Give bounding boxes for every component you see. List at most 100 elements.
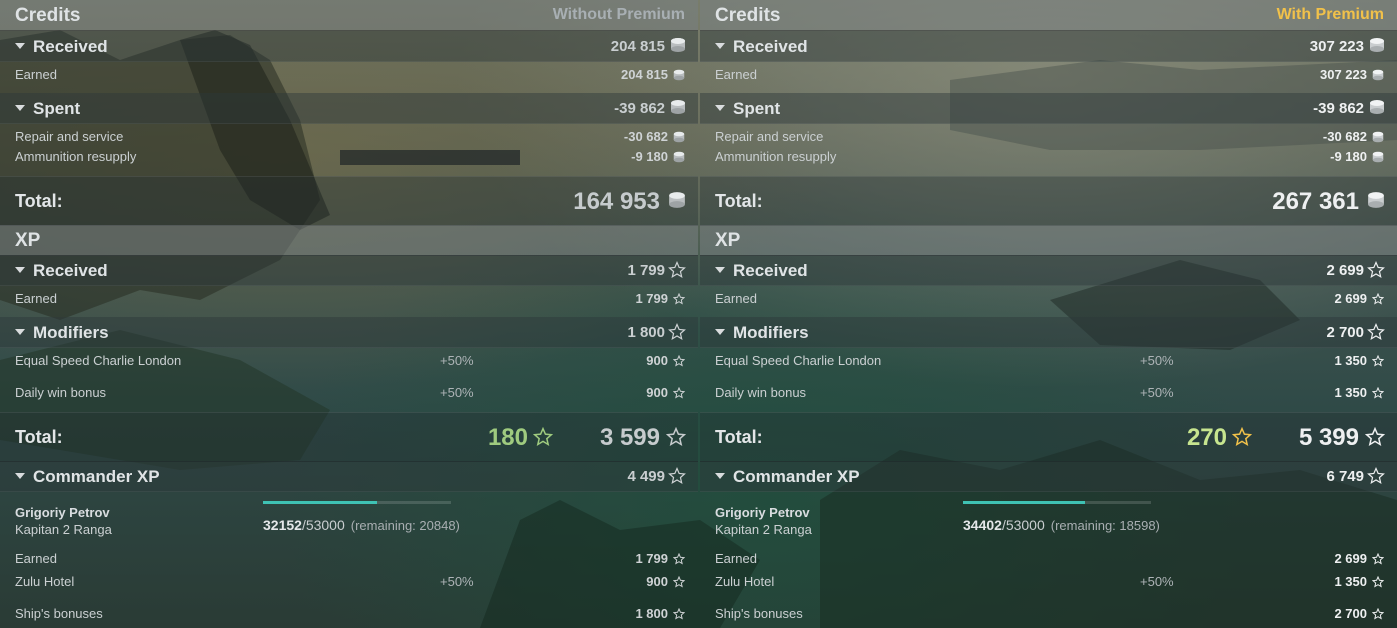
section-label: Spent [33,99,81,118]
commander-name: Grigoriy Petrov [715,505,810,520]
row-label: Zulu Hotel [715,574,775,589]
section-label: Modifiers [33,323,109,342]
xp-header: XP [0,225,698,256]
modifier-row: Daily win bonus +50% 1 350 [700,383,1397,403]
xp-star-icon [672,292,686,310]
section-value: 307 223 [1309,38,1364,55]
row-label: Ship's bonuses [15,606,103,621]
row-value: 1 800 [635,606,668,621]
xp-star-icon [668,467,686,490]
section-label: Received [33,261,108,280]
commander-rank: Kapitan 2 Ranga [15,522,112,537]
collapse-arrow-icon[interactable] [15,329,25,335]
xp-max: /53000 [1001,517,1045,533]
credits-earned-row: Earned 307 223 [700,65,1397,85]
collapse-arrow-icon[interactable] [715,267,725,273]
xp-title: XP [15,230,41,251]
row-label: Zulu Hotel [15,574,75,589]
credits-coin-icon [673,130,685,148]
collapse-arrow-icon[interactable] [15,43,25,49]
progress-fill [963,501,1086,504]
modifier-row: Equal Speed Charlie London +50% 900 [0,351,698,371]
collapse-arrow-icon[interactable] [715,473,725,479]
free-xp-star-icon [1231,426,1253,452]
xp-title: XP [715,230,741,251]
collapse-arrow-icon[interactable] [715,329,725,335]
row-percent: +50% [440,574,474,589]
credits-coin-icon [673,150,685,168]
xp-star-icon [672,552,686,570]
collapse-arrow-icon[interactable] [715,43,725,49]
section-value: -39 862 [1313,100,1364,117]
section-value: 2 699 [1326,262,1364,279]
credits-received-section[interactable]: Received 204 815 [0,31,698,62]
section-label: Commander XP [733,467,860,486]
modifiers-section[interactable]: Modifiers 1 800 [0,317,698,348]
credits-header: Credits Without Premium [0,0,698,31]
free-xp-value: 270 [1186,424,1227,451]
repair-row: Repair and service -30 682 [700,127,1397,147]
row-value: 2 700 [1334,606,1367,621]
section-label: Received [733,37,808,56]
section-label: Received [33,37,108,56]
credits-total-row: Total: 164 953 [0,176,698,226]
credits-spent-section[interactable]: Spent -39 862 [700,93,1397,124]
section-value: 4 499 [627,468,665,485]
credits-coin-icon [1367,191,1385,214]
commander-xp-section[interactable]: Commander XP 6 749 [700,461,1397,492]
xp-received-section[interactable]: Received 2 699 [700,255,1397,286]
commander-xp-progress: 32152/53000 (remaining: 20848) [263,517,460,533]
collapse-arrow-icon[interactable] [715,105,725,111]
commander-progress-bar [263,501,451,504]
row-label: Ammunition resupply [715,149,837,164]
collapse-arrow-icon[interactable] [15,267,25,273]
xp-star-icon [1367,467,1385,490]
credits-total-row: Total: 267 361 [700,176,1397,226]
credits-received-section[interactable]: Received 307 223 [700,31,1397,62]
commander-earned-row: Earned 1 799 [0,549,698,569]
row-label: Earned [715,67,757,82]
free-xp-value: 180 [487,424,528,451]
section-value: 1 800 [627,324,665,341]
xp-max: /53000 [301,517,345,533]
row-percent: +50% [440,385,474,400]
row-label: Earned [715,551,757,566]
xp-earned-row: Earned 1 799 [0,289,698,309]
progress-fill [263,501,378,504]
collapse-arrow-icon[interactable] [15,105,25,111]
zulu-hotel-row: Zulu Hotel +50% 1 350 [700,572,1397,592]
section-value: 6 749 [1326,468,1364,485]
zulu-hotel-row: Zulu Hotel +50% 900 [0,572,698,592]
section-label: Received [733,261,808,280]
credits-coin-icon [670,99,686,120]
credits-spent-section[interactable]: Spent -39 862 [0,93,698,124]
mode-label: Without Premium [552,6,685,23]
xp-star-icon [1371,607,1385,625]
xp-header: XP [700,225,1397,256]
xp-remaining: (remaining: 20848) [350,518,460,533]
row-percent: +50% [440,353,474,368]
commander-name: Grigoriy Petrov [15,505,110,520]
ship-bonuses-row: Ship's bonuses 2 700 [700,604,1397,624]
mode-label: With Premium [1276,6,1384,23]
commander-xp-section[interactable]: Commander XP 4 499 [0,461,698,492]
row-label: Equal Speed Charlie London [715,353,882,368]
commander-rank: Kapitan 2 Ranga [715,522,812,537]
row-value: 900 [646,574,668,589]
xp-star-icon [1371,575,1385,593]
free-xp-star-icon [532,426,554,452]
row-value: 1 799 [635,291,668,306]
xp-star-icon [1371,386,1385,404]
modifiers-section[interactable]: Modifiers 2 700 [700,317,1397,348]
section-value: -39 862 [614,100,665,117]
ship-bonuses-row: Ship's bonuses 1 800 [0,604,698,624]
row-label: Earned [15,551,57,566]
credits-header: Credits With Premium [700,0,1397,31]
modifier-row: Equal Speed Charlie London +50% 1 350 [700,351,1397,371]
collapse-arrow-icon[interactable] [15,473,25,479]
with-premium-panel: Credits With Premium Received 307 223 Ea… [700,0,1397,628]
row-label: Earned [15,291,57,306]
row-value: 307 223 [1320,67,1367,82]
xp-received-section[interactable]: Received 1 799 [0,255,698,286]
repair-row: Repair and service -30 682 [0,127,698,147]
